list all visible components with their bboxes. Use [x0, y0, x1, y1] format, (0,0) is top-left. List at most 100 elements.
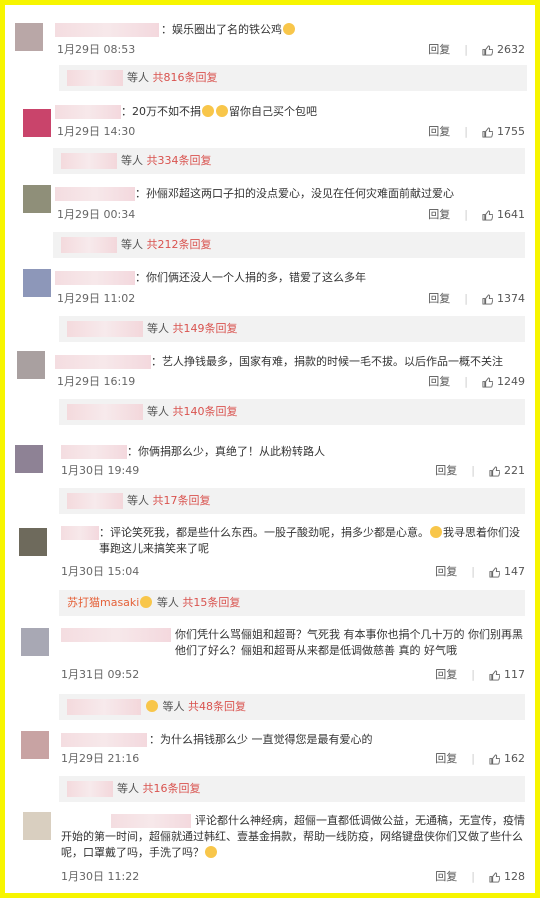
like-count: 1374 — [497, 292, 525, 305]
reply-summary[interactable]: 等人 共140条回复 — [59, 399, 525, 425]
reply-summary[interactable]: 等人 共212条回复 — [53, 232, 525, 258]
like-button[interactable]: 117 — [489, 668, 525, 682]
reply-summary[interactable]: 等人 共17条回复 — [59, 488, 525, 514]
reply-user-blurred — [67, 321, 143, 337]
comment-item: ：艺人挣钱最多，国家有难，捐款的时候一毛不拔。以后作品一概不关注 1月29日 1… — [15, 347, 535, 435]
comment-text: ：娱乐圈出了名的铁公鸡 — [161, 22, 296, 38]
thumbs-up-icon — [482, 209, 493, 221]
cat-emoji-icon — [140, 596, 153, 608]
reply-count-link[interactable]: 共334条回复 — [147, 154, 212, 167]
username-blurred[interactable] — [61, 733, 147, 747]
comment-text: ：艺人挣钱最多，国家有难，捐款的时候一毛不拔。以后作品一概不关注 — [151, 355, 503, 368]
reply-count-link[interactable]: 共149条回复 — [173, 322, 238, 335]
avatar[interactable] — [15, 445, 43, 473]
reply-suffix: 等人 — [121, 154, 143, 167]
username-blurred[interactable] — [55, 271, 135, 285]
like-button[interactable]: 1641 — [482, 208, 525, 222]
reply-button[interactable]: 回复 — [435, 752, 457, 766]
avatar[interactable] — [15, 23, 43, 51]
avatar[interactable] — [23, 185, 51, 213]
avatar[interactable] — [21, 628, 49, 656]
comment-text: 你们凭什么骂俪姐和超哥？气死我 有本事你也捐个几十万的 你们别再黑他们了好么？俪… — [175, 628, 523, 657]
comment-actions: 回复 | 221 — [435, 464, 525, 478]
like-button[interactable]: 1249 — [482, 375, 525, 389]
reply-username[interactable]: 苏打猫masaki — [67, 596, 139, 609]
reply-button[interactable]: 回复 — [428, 125, 450, 139]
thumbs-up-icon — [489, 753, 500, 765]
avatar[interactable] — [19, 528, 47, 556]
reply-user-blurred — [61, 237, 117, 253]
reply-summary[interactable]: 等人 共334条回复 — [53, 148, 525, 174]
reply-count-link[interactable]: 共212条回复 — [147, 238, 212, 251]
comment-text: ：孙俪邓超这两口子扣的没点爱心，没见在任何灾难面前献过爱心 — [135, 187, 454, 200]
comment-item: ：你们俩还没人一个人捐的多，错爱了这么多年 1月29日 11:02 回复 | 13… — [15, 265, 535, 349]
reply-summary[interactable]: 等人 共16条回复 — [59, 776, 525, 802]
avatar[interactable] — [23, 109, 51, 137]
username-blurred[interactable] — [55, 23, 159, 37]
thumbs-up-icon — [489, 465, 500, 477]
like-count: 147 — [504, 565, 525, 578]
reply-count-link[interactable]: 共15条回复 — [182, 596, 240, 609]
like-button[interactable]: 128 — [489, 870, 525, 884]
avatar[interactable] — [21, 731, 49, 759]
reply-button[interactable]: 回复 — [435, 464, 457, 478]
comment-text: ：20万不如不捐 留你自己买个包吧 — [121, 105, 317, 118]
comment-time: 1月29日 11:02 — [57, 292, 136, 305]
reply-count-link[interactable]: 共17条回复 — [153, 494, 211, 507]
reply-button[interactable]: 回复 — [435, 870, 457, 884]
reply-button[interactable]: 回复 — [428, 43, 450, 57]
comment-actions: 回复 | 1755 — [428, 125, 525, 139]
reply-user-blurred — [67, 699, 141, 715]
username-blurred[interactable] — [55, 187, 135, 201]
crying-face-icon — [202, 105, 214, 117]
comment-text: ：你俩捐那么少，真绝了！从此粉转路人 — [127, 445, 325, 458]
comment-time: 1月29日 16:19 — [57, 375, 136, 388]
comment-item: ：评论笑死我，都是些什么东西。一股子酸劲呢，捐多少都是心意。 我寻思着你们没事跑这… — [15, 520, 535, 620]
reply-button[interactable]: 回复 — [428, 208, 450, 222]
comment-item: ：孙俪邓超这两口子扣的没点爱心，没见在任何灾难面前献过爱心 1月29日 00:3… — [15, 181, 535, 265]
avatar[interactable] — [17, 351, 45, 379]
comment-actions: 回复 | 147 — [435, 565, 525, 579]
reply-suffix: 等人 — [127, 494, 149, 507]
reply-count-link[interactable]: 共16条回复 — [143, 782, 201, 795]
reply-count-link[interactable]: 共48条回复 — [188, 700, 246, 713]
username-blurred[interactable] — [61, 628, 171, 642]
reply-summary[interactable]: 等人 共48条回复 — [59, 694, 525, 720]
like-button[interactable]: 221 — [489, 464, 525, 478]
reply-summary[interactable]: 等人 共149条回复 — [59, 316, 525, 342]
like-count: 128 — [504, 870, 525, 883]
reply-count-link[interactable]: 共140条回复 — [173, 405, 238, 418]
reply-count-link[interactable]: 共816条回复 — [153, 71, 218, 84]
like-button[interactable]: 1755 — [482, 125, 525, 139]
reply-button[interactable]: 回复 — [428, 375, 450, 389]
comment-text: ：评论笑死我，都是些什么东西。一股子酸劲呢，捐多少都是心意。 我寻思着你们没事跑这… — [99, 526, 520, 555]
avatar[interactable] — [23, 812, 51, 840]
comment-item: ：为什么捐钱那么少 一直觉得您是最有爱心的 1月29日 21:16 回复 | 16… — [15, 727, 535, 807]
like-count: 1755 — [497, 125, 525, 138]
like-button[interactable]: 147 — [489, 565, 525, 579]
thumbs-up-icon — [482, 44, 493, 56]
reply-button[interactable]: 回复 — [435, 668, 457, 682]
reply-summary[interactable]: 等人 共816条回复 — [59, 65, 527, 91]
screenshot-frame: ：娱乐圈出了名的铁公鸡 1月29日 08:53 回复 | 2632 等人 共816… — [0, 0, 540, 898]
username-blurred[interactable] — [55, 355, 151, 369]
reply-button[interactable]: 回复 — [428, 292, 450, 306]
like-button[interactable]: 1374 — [482, 292, 525, 306]
comment-actions: 回复 | 117 — [435, 668, 525, 682]
cat-face-icon — [205, 846, 217, 858]
username-blurred[interactable] — [61, 526, 99, 540]
avatar[interactable] — [23, 269, 51, 297]
like-button[interactable]: 2632 — [482, 43, 525, 57]
like-button[interactable]: 162 — [489, 752, 525, 766]
thumbs-up-icon — [482, 376, 493, 388]
comment-actions: 回复 | 2632 — [428, 43, 525, 57]
comment-text: ：为什么捐钱那么少 一直觉得您是最有爱心的 — [149, 733, 373, 746]
like-count: 2632 — [497, 43, 525, 56]
reply-user-blurred — [67, 404, 143, 420]
like-count: 221 — [504, 464, 525, 477]
reply-summary[interactable]: 苏打猫masaki 等人 共15条回复 — [59, 590, 525, 616]
username-blurred[interactable] — [61, 445, 127, 459]
like-count: 1641 — [497, 208, 525, 221]
reply-button[interactable]: 回复 — [435, 565, 457, 579]
username-blurred[interactable] — [55, 105, 121, 119]
